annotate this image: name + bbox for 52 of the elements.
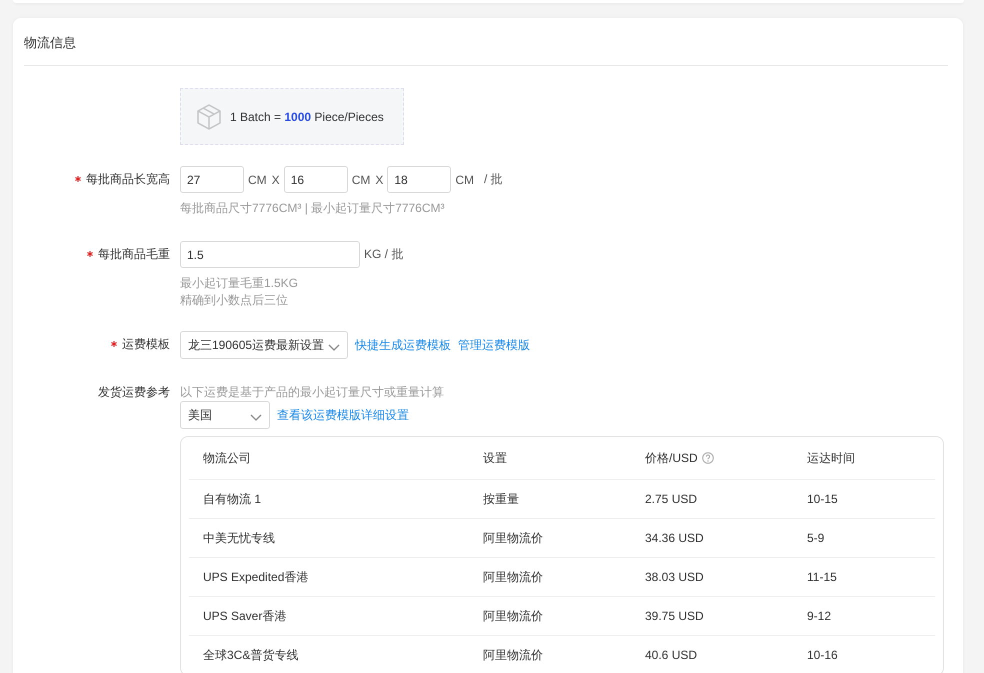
field-label: 每批商品长宽高 bbox=[86, 171, 170, 188]
help-icon bbox=[702, 452, 714, 464]
table-cell: 自有物流 1 bbox=[203, 490, 262, 508]
table-cell: 11-15 bbox=[807, 570, 837, 584]
batch-text: 1 Batch = 1000 Piece/Pieces bbox=[230, 110, 384, 124]
unit-text: CM bbox=[248, 172, 267, 186]
table-cell: 10-15 bbox=[807, 492, 838, 506]
table-cell: 中美无忧专线 bbox=[203, 530, 275, 546]
table-cell: UPS Saver香港 bbox=[203, 608, 286, 624]
input-field[interactable]: 16 bbox=[284, 166, 348, 193]
unit-text: KG / 批 bbox=[364, 246, 404, 263]
unit-text: / 批 bbox=[484, 171, 503, 188]
separator-text: X bbox=[272, 172, 280, 186]
column-header: 运达时间 bbox=[807, 450, 855, 466]
section-title: 物流信息 bbox=[24, 34, 77, 52]
note-text: 以下运费是基于产品的最小起订量尺寸或重量计算 bbox=[180, 384, 445, 401]
field-label: 每批商品毛重 bbox=[98, 246, 170, 263]
table-cell: 40.6 USD bbox=[645, 648, 698, 662]
column-header: 物流公司 bbox=[203, 450, 251, 466]
box-icon bbox=[195, 102, 223, 130]
table-cell: UPS Expedited香港 bbox=[203, 568, 308, 586]
input-field[interactable]: 27 bbox=[180, 166, 244, 193]
table-cell: 阿里物流价 bbox=[483, 530, 543, 546]
link[interactable]: 快捷生成运费模板 bbox=[355, 336, 451, 354]
table-cell: 34.36 USD bbox=[645, 531, 704, 545]
table-cell: 9-12 bbox=[807, 609, 832, 623]
table-cell: 5-9 bbox=[807, 531, 824, 545]
link[interactable]: 查看该运费模版详细设置 bbox=[277, 406, 409, 424]
table-cell: 阿里物流价 bbox=[483, 568, 543, 586]
column-header: 设置 bbox=[483, 450, 507, 466]
field-label: 运费模板 bbox=[122, 336, 170, 353]
table-cell: 38.03 USD bbox=[645, 570, 704, 584]
table-cell: 全球3C&普货专线 bbox=[203, 646, 298, 664]
link[interactable]: 管理运费模版 bbox=[458, 336, 530, 354]
country-dropdown[interactable]: 美国 bbox=[180, 401, 270, 429]
unit-text: CM bbox=[352, 172, 370, 186]
table-cell: 阿里物流价 bbox=[483, 646, 543, 664]
table-cell: 阿里物流价 bbox=[483, 608, 543, 624]
table-cell: 10-16 bbox=[807, 648, 838, 662]
table-cell: 按重量 bbox=[483, 490, 519, 508]
table-cell: 2.75 USD bbox=[645, 492, 698, 506]
input-field[interactable]: 1.5 bbox=[180, 241, 360, 268]
unit-text: CM bbox=[455, 172, 474, 186]
column-header: 价格/USD bbox=[645, 450, 698, 466]
separator-text: X bbox=[375, 172, 384, 186]
table-cell: 39.75 USD bbox=[645, 609, 704, 623]
hint-text: 每批商品尺寸7776CM³ | 最小起订量尺寸7776CM³ bbox=[180, 201, 446, 215]
hint-text: 精确到小数点后三位 bbox=[180, 293, 289, 307]
template-dropdown[interactable]: 龙三190605运费最新设置 bbox=[180, 331, 348, 359]
hint-text: 最小起订量毛重1.5KG bbox=[180, 276, 300, 290]
field-label: 发货运费参考 bbox=[98, 384, 170, 401]
input-field[interactable]: 18 bbox=[387, 166, 452, 193]
